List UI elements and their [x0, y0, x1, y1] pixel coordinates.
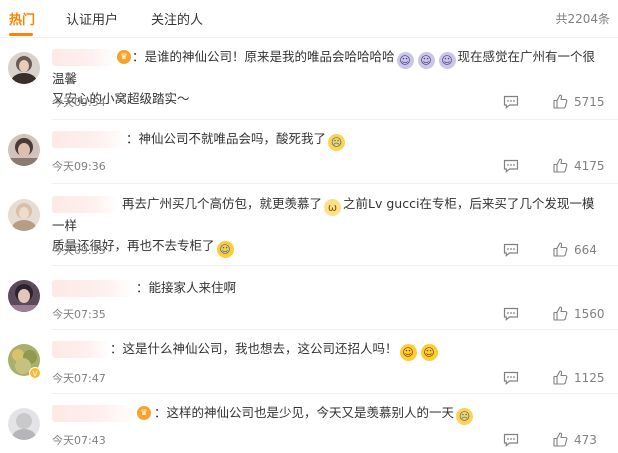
active-tab-indicator	[9, 33, 33, 36]
reply-icon[interactable]	[503, 159, 519, 173]
like-count: 664	[574, 243, 597, 257]
comment-count: 共2204条	[555, 12, 610, 26]
cat-face-icon: ω	[324, 199, 342, 216]
comment-text-line: ：这是什么神仙公司，我也想去，这公司还招人吗！	[110, 341, 398, 356]
verified-badge-icon: v	[29, 367, 41, 379]
reply-icon[interactable]	[503, 95, 519, 109]
comment-text-line: ：神仙公司不就唯品会吗，酸死我了	[126, 131, 327, 146]
crying-face-icon: ☹	[328, 134, 346, 151]
comment-item: ♛ ：是谁的神仙公司！原来是我的唯品会哈哈哈哈 ☺ ☺ ☺ 现在感觉在广州有一个很温馨又…	[0, 38, 618, 120]
thumbs-up-icon	[553, 158, 568, 173]
thumbs-up-icon	[553, 370, 568, 385]
comment-text-line: ：是谁的神仙公司！原来是我的唯品会哈哈哈哈	[132, 49, 395, 64]
thumbs-up-icon	[553, 94, 568, 109]
comment-item: 再去广州买几个高仿包，就更羡慕了 ω 之前Lv gucci在专柜，后来买了几个发现一…	[0, 184, 618, 266]
like-count: 4175	[574, 159, 605, 173]
like-count: 1560	[574, 307, 605, 321]
comment-item: v ：这是什么神仙公司，我也想去，这公司还招人吗！ ☺ ☺ 今天07:47 1125	[0, 330, 618, 394]
comment-text: 再去广州买几个高仿包，就更羡慕了 ω 之前Lv gucci在专柜，后来买了几个发现一…	[52, 194, 604, 258]
comment-time: 今天07:35	[52, 308, 106, 321]
like-count: 473	[574, 433, 597, 447]
avatar[interactable]	[8, 280, 40, 312]
like-count: 5715	[574, 95, 605, 109]
avatar[interactable]	[8, 52, 40, 84]
laughing-face-icon: ☺	[216, 241, 234, 258]
comment-time: 今天09:54	[52, 96, 106, 109]
thumbs-up-icon	[553, 306, 568, 321]
comment-time: 今天09:36	[52, 160, 106, 173]
avatar[interactable]	[8, 134, 40, 166]
comment-text: ：这是什么神仙公司，我也想去，这公司还招人吗！ ☺ ☺	[52, 339, 604, 361]
reply-icon[interactable]	[503, 243, 519, 257]
avatar[interactable]	[8, 408, 40, 440]
tab-verified-users[interactable]: 认证用户	[66, 9, 118, 28]
tab-following[interactable]: 关注的人	[151, 9, 203, 28]
purple-face-icon: ☺	[438, 52, 456, 69]
surprised-face-icon: ☺	[399, 344, 417, 361]
comment-text: ：是谁的神仙公司！原来是我的唯品会哈哈哈哈 ☺ ☺ ☺ 现在感觉在广州有一个很温馨 又安心…	[52, 47, 604, 109]
like-count: 1125	[574, 371, 605, 385]
comment-text-line: ：这样的神仙公司也是少见，今天又是羡慕别人的一天	[154, 405, 455, 420]
comment-time: 今天09:35	[52, 244, 106, 257]
avatar[interactable]	[8, 199, 40, 231]
reply-icon[interactable]	[503, 433, 519, 447]
comment-time: 今天07:47	[52, 372, 106, 385]
comment-text-line: ：能接家人来住啊	[136, 280, 237, 295]
comment-time: 今天07:43	[52, 434, 106, 447]
comment-text: ：神仙公司不就唯品会吗，酸死我了 ☹	[52, 129, 604, 151]
crying-face-icon: ☹	[456, 408, 474, 425]
comment-item: ：神仙公司不就唯品会吗，酸死我了 ☹ 今天09:36 4175	[0, 120, 618, 184]
comment-item: ：能接家人来住啊 今天07:35 1560	[0, 266, 618, 330]
comment-item: ♛ ：这样的神仙公司也是少见，今天又是羡慕别人的一天 ☹ 今天07:43 473	[0, 394, 618, 453]
comment-tabs: 热门 认证用户 关注的人 共2204条	[0, 0, 618, 38]
thumbs-up-icon	[553, 432, 568, 447]
comment-text: ：这样的神仙公司也是少见，今天又是羡慕别人的一天 ☹	[52, 403, 604, 425]
tab-hot[interactable]: 热门	[9, 9, 35, 28]
comment-text: ：能接家人来住啊	[52, 278, 604, 298]
purple-face-icon: ☺	[396, 52, 414, 69]
reply-icon[interactable]	[503, 307, 519, 321]
comment-text-line: 再去广州买几个高仿包，就更羡慕了	[122, 196, 323, 211]
surprised-face-icon: ☺	[420, 344, 438, 361]
purple-face-icon: ☺	[417, 52, 435, 69]
thumbs-up-icon	[553, 242, 568, 257]
reply-icon[interactable]	[503, 371, 519, 385]
